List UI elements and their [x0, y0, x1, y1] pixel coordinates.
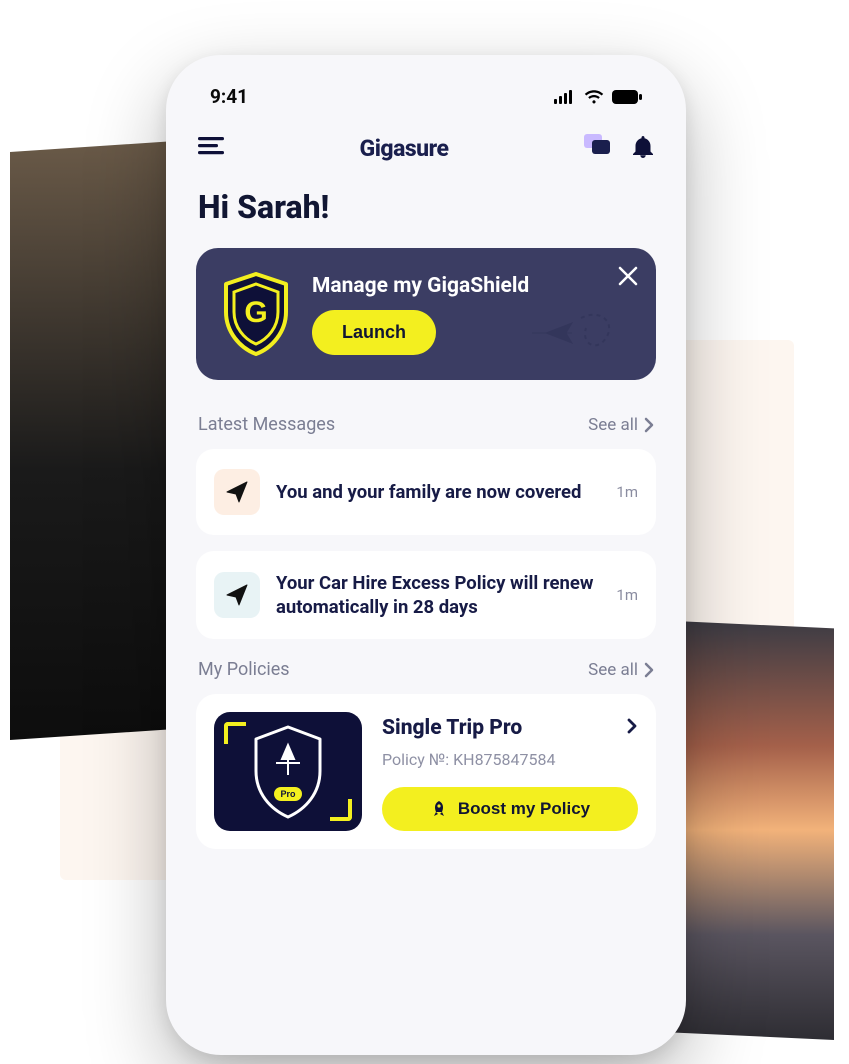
brand-logo: Gigasure	[360, 135, 449, 162]
status-time: 9:41	[210, 85, 248, 108]
messages-see-all-link[interactable]: See all	[588, 415, 654, 435]
message-text: You and your family are now covered	[276, 480, 600, 504]
policy-number: Policy №: KH875847584	[382, 750, 638, 769]
policies-section-label: My Policies	[198, 659, 290, 680]
messages-section-header: Latest Messages See all	[196, 410, 656, 449]
chevron-right-icon	[644, 417, 654, 433]
hero-title: Manage my GigaShield	[312, 274, 634, 298]
message-icon-wrap	[214, 572, 260, 618]
bell-icon	[632, 134, 654, 158]
rocket-icon	[430, 800, 448, 818]
svg-text:Pro: Pro	[280, 789, 296, 799]
boost-label: Boost my Policy	[458, 799, 590, 819]
hero-close-button[interactable]	[618, 266, 638, 290]
see-all-label: See all	[588, 660, 638, 680]
policy-badge: Pro	[214, 712, 362, 831]
shield-plane-icon: Pro	[246, 723, 330, 821]
chat-button[interactable]	[584, 134, 610, 162]
boost-policy-button[interactable]: Boost my Policy	[382, 787, 638, 831]
chevron-right-icon	[626, 717, 638, 735]
policies-section-header: My Policies See all	[196, 655, 656, 694]
message-time: 1m	[616, 586, 638, 604]
paper-plane-icon	[225, 583, 249, 607]
status-bar: 9:41	[196, 85, 656, 126]
policies-see-all-link[interactable]: See all	[588, 660, 654, 680]
gigashield-hero-card: G Manage my GigaShield Launch	[196, 248, 656, 380]
message-time: 1m	[616, 483, 638, 501]
wifi-icon	[584, 90, 604, 104]
message-card[interactable]: You and your family are now covered 1m	[196, 449, 656, 535]
policy-card[interactable]: Pro Single Trip Pro Policy №: KH87584758…	[196, 694, 656, 849]
messages-section-label: Latest Messages	[198, 414, 335, 435]
policy-open-button[interactable]	[626, 717, 638, 739]
battery-icon	[612, 90, 642, 104]
status-indicators	[554, 90, 642, 104]
cellular-icon	[554, 90, 576, 104]
hamburger-icon	[198, 137, 224, 155]
phone-frame: 9:41 Gigasure Hi Sarah! G	[166, 55, 686, 1055]
message-text: Your Car Hire Excess Policy will renew a…	[276, 571, 600, 619]
see-all-label: See all	[588, 415, 638, 435]
message-icon-wrap	[214, 469, 260, 515]
chevron-right-icon	[644, 662, 654, 678]
message-card[interactable]: Your Car Hire Excess Policy will renew a…	[196, 551, 656, 639]
top-nav: Gigasure	[196, 126, 656, 184]
notifications-button[interactable]	[632, 134, 654, 162]
policy-title: Single Trip Pro	[382, 716, 522, 740]
chat-icon	[584, 134, 610, 158]
svg-text:G: G	[244, 296, 267, 329]
gigashield-shield-icon: G	[218, 270, 294, 358]
menu-button[interactable]	[198, 137, 224, 159]
greeting-title: Hi Sarah!	[196, 184, 656, 248]
close-icon	[618, 266, 638, 286]
paper-plane-icon	[225, 480, 249, 504]
decorative-bg-photo-left	[10, 140, 190, 740]
launch-button[interactable]: Launch	[312, 310, 436, 355]
